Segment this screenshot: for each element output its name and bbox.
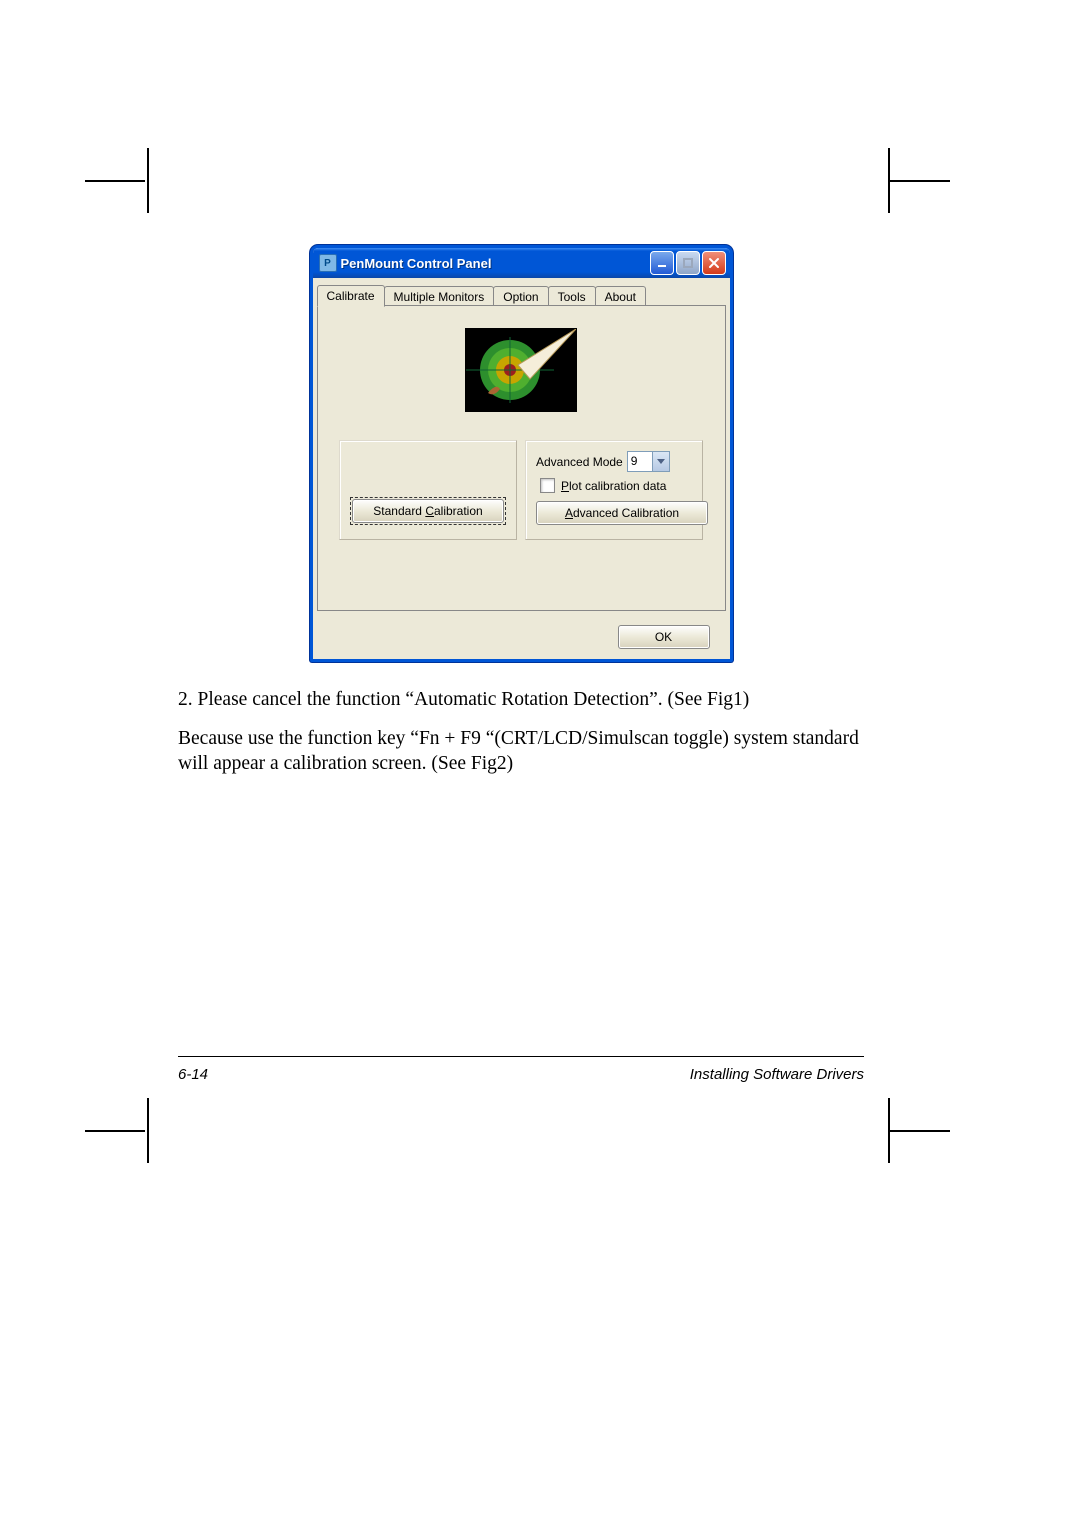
- crop-mark: [147, 1098, 149, 1163]
- focus-ring: Standard Calibration: [350, 497, 506, 525]
- document-body: 2. Please cancel the function “Automatic…: [178, 688, 864, 777]
- combo-dropdown-button[interactable]: [652, 452, 669, 471]
- app-icon: P: [319, 254, 337, 272]
- plot-checkbox-label: Plot calibration data: [561, 479, 666, 493]
- button-label: Standard Calibration: [373, 504, 482, 518]
- maximize-icon: [682, 257, 694, 269]
- minimize-button[interactable]: [650, 251, 674, 275]
- advanced-mode-combo[interactable]: 9: [627, 451, 670, 472]
- ok-button[interactable]: OK: [618, 625, 710, 649]
- penmount-dialog: P PenMount Control Panel Calibrate Multi…: [310, 245, 733, 662]
- advanced-calibration-button[interactable]: Advanced Calibration: [536, 501, 708, 525]
- minimize-icon: [656, 257, 668, 269]
- section-title: Installing Software Drivers: [690, 1066, 864, 1083]
- standard-calibration-button[interactable]: Standard Calibration: [352, 499, 504, 523]
- chevron-down-icon: [657, 459, 665, 465]
- crop-mark: [85, 1130, 145, 1132]
- tab-about[interactable]: About: [595, 286, 646, 307]
- window-title: PenMount Control Panel: [341, 256, 646, 271]
- target-image: [465, 328, 577, 412]
- tab-calibrate[interactable]: Calibrate: [317, 285, 385, 307]
- combo-value: 9: [628, 452, 652, 471]
- close-button[interactable]: [702, 251, 726, 275]
- tab-panel-calibrate: Standard Calibration Advanced Mode 9: [317, 305, 726, 611]
- compass-target-icon: [466, 329, 576, 411]
- tab-option[interactable]: Option: [493, 286, 548, 307]
- advanced-calibration-group: Advanced Mode 9 Plot calibration data: [525, 440, 703, 540]
- tab-strip: Calibrate Multiple Monitors Option Tools…: [315, 284, 728, 305]
- advanced-mode-label: Advanced Mode: [536, 455, 623, 469]
- paragraph-1: 2. Please cancel the function “Automatic…: [178, 688, 864, 713]
- standard-calibration-group: Standard Calibration: [339, 440, 517, 540]
- button-label: Advanced Calibration: [565, 506, 679, 520]
- footer-rule: [178, 1056, 864, 1057]
- titlebar[interactable]: P PenMount Control Panel: [313, 248, 730, 278]
- maximize-button[interactable]: [676, 251, 700, 275]
- crop-mark: [890, 1130, 950, 1132]
- crop-mark: [85, 180, 145, 182]
- crop-mark: [147, 148, 149, 213]
- page-footer: 6-14 Installing Software Drivers: [178, 1066, 864, 1083]
- page-number: 6-14: [178, 1066, 208, 1083]
- plot-checkbox[interactable]: [540, 478, 555, 493]
- crop-mark: [888, 148, 890, 213]
- paragraph-2: Because use the function key “Fn + F9 “(…: [178, 727, 864, 777]
- crop-mark: [890, 180, 950, 182]
- tab-tools[interactable]: Tools: [548, 286, 596, 307]
- tab-multiple-monitors[interactable]: Multiple Monitors: [384, 286, 495, 307]
- close-icon: [708, 257, 720, 269]
- crop-mark: [888, 1098, 890, 1163]
